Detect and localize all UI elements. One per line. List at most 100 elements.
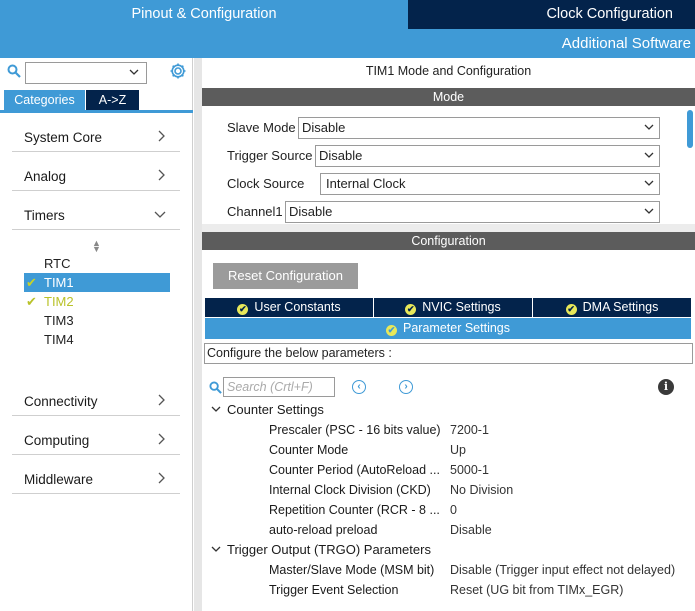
trigger-source-value: Disable: [319, 148, 363, 163]
configure-parameters-label: Configure the below parameters :: [204, 343, 693, 364]
check-icon: ✔: [26, 275, 37, 290]
param-name: Master/Slave Mode (MSM bit): [269, 563, 435, 577]
mode-area: Slave Mode Disable Trigger Source Disabl…: [202, 106, 695, 224]
tab-a-to-z[interactable]: A->Z: [86, 90, 139, 110]
group-counter-settings[interactable]: Counter Settings: [211, 402, 324, 422]
timer-item-tim4[interactable]: TIM4: [24, 330, 170, 349]
slave-mode-select[interactable]: Disable: [298, 117, 660, 139]
chevron-down-icon: [644, 180, 654, 186]
mode-header: Mode: [202, 88, 695, 106]
param-value[interactable]: Disable: [450, 520, 492, 540]
timer-label: TIM1: [44, 275, 74, 290]
timer-item-rtc[interactable]: RTC: [24, 254, 170, 273]
channel1-value: Disable: [289, 204, 333, 219]
category-label: Analog: [24, 169, 67, 184]
tab-additional-software[interactable]: Additional Software: [562, 29, 691, 59]
category-timers[interactable]: Timers: [12, 200, 180, 230]
section-separator[interactable]: [202, 224, 695, 232]
param-name: Counter Mode: [269, 443, 349, 457]
param-value[interactable]: Reset (UG bit from TIMx_EGR): [450, 580, 623, 600]
tab-label: NVIC Settings: [422, 300, 501, 314]
clock-source-select[interactable]: Internal Clock: [320, 173, 660, 195]
chevron-down-icon: [211, 406, 221, 412]
channel1-select[interactable]: Disable: [285, 201, 660, 223]
tab-label: Parameter Settings: [403, 321, 510, 335]
sort-indicator-icon[interactable]: ▲ ▼: [92, 239, 101, 254]
check-circle-icon: ✔: [565, 304, 577, 315]
tab-parameter-settings[interactable]: ✔ Parameter Settings: [205, 318, 691, 339]
param-name: Counter Period (AutoReload ...: [269, 463, 440, 477]
param-value[interactable]: 5000-1: [450, 460, 489, 480]
timer-label: TIM4: [44, 332, 74, 347]
param-value[interactable]: Up: [450, 440, 466, 460]
chevron-down-icon: [154, 211, 166, 218]
search-icon: [209, 381, 222, 394]
timer-label: RTC: [44, 256, 71, 271]
tab-label: DMA Settings: [582, 300, 659, 314]
chevron-right-icon: [158, 130, 165, 142]
search-combo[interactable]: [25, 62, 147, 84]
chevron-down-icon: [211, 546, 221, 552]
reset-configuration-button[interactable]: Reset Configuration: [213, 263, 358, 289]
chevron-down-icon: [644, 152, 654, 158]
slave-mode-label: Slave Mode: [227, 120, 296, 135]
param-value[interactable]: 7200-1: [450, 420, 489, 440]
tab-dma-settings[interactable]: ✔ DMA Settings: [533, 298, 691, 317]
param-value[interactable]: Disable (Trigger input effect not delaye…: [450, 560, 675, 580]
trigger-source-label: Trigger Source: [227, 148, 313, 163]
parameter-search-input[interactable]: Search (Crtl+F): [223, 377, 335, 397]
group-label: Counter Settings: [227, 402, 324, 417]
clock-source-label: Clock Source: [227, 176, 305, 191]
info-icon[interactable]: i: [658, 379, 674, 395]
param-value[interactable]: No Division: [450, 480, 513, 500]
chevron-right-icon: [158, 394, 165, 406]
tab-underline: [0, 110, 193, 113]
top-bar: Pinout & Configuration Clock Configurati…: [0, 0, 695, 29]
chevron-right-icon: [158, 169, 165, 181]
tab-pinout-configuration[interactable]: Pinout & Configuration: [0, 0, 408, 29]
tab-clock-configuration[interactable]: Clock Configuration: [408, 0, 695, 29]
chevron-down-icon: [644, 124, 654, 130]
category-label: Computing: [24, 433, 90, 448]
chevron-right-icon: [158, 472, 165, 484]
search-icon[interactable]: [7, 64, 21, 78]
param-value[interactable]: 0: [450, 500, 457, 520]
tab-nvic-settings[interactable]: ✔ NVIC Settings: [374, 298, 532, 317]
param-name: Trigger Event Selection: [269, 583, 399, 597]
timer-item-tim3[interactable]: TIM3: [24, 311, 170, 330]
timer-item-tim1[interactable]: ✔ TIM1: [24, 273, 170, 292]
category-analog[interactable]: Analog: [12, 161, 180, 191]
check-circle-icon: ✔: [386, 325, 397, 336]
sub-bar: Additional Software: [0, 29, 695, 58]
tab-categories[interactable]: Categories: [4, 90, 85, 110]
category-middleware[interactable]: Middleware: [12, 464, 180, 494]
previous-match-icon[interactable]: ‹: [352, 380, 366, 394]
right-panel: TIM1 Mode and Configuration Mode Slave M…: [202, 58, 695, 611]
clock-source-value: Internal Clock: [326, 176, 406, 191]
slave-mode-value: Disable: [302, 120, 346, 135]
mode-scrollbar[interactable]: [687, 110, 693, 148]
check-circle-icon: ✔: [405, 304, 417, 315]
mode-config-title: TIM1 Mode and Configuration: [365, 64, 532, 78]
tab-label: User Constants: [254, 300, 341, 314]
check-icon: ✔: [26, 294, 37, 309]
category-label: System Core: [24, 130, 103, 145]
group-trigger-output[interactable]: Trigger Output (TRGO) Parameters: [211, 542, 431, 562]
tab-user-constants[interactable]: ✔ User Constants: [205, 298, 373, 317]
trigger-source-select[interactable]: Disable: [315, 145, 660, 167]
check-circle-icon: ✔: [237, 304, 249, 315]
timer-item-tim2[interactable]: ✔ TIM2: [24, 292, 170, 311]
panel-splitter[interactable]: [194, 58, 202, 611]
category-system-core[interactable]: System Core: [12, 122, 180, 152]
timer-label: TIM2: [44, 294, 74, 309]
category-computing[interactable]: Computing: [12, 425, 180, 455]
param-name: Repetition Counter (RCR - 8 ...: [269, 503, 440, 517]
category-label: Connectivity: [24, 394, 98, 409]
param-name: Prescaler (PSC - 16 bits value): [269, 423, 441, 437]
chevron-right-icon: [158, 433, 165, 445]
gear-icon[interactable]: [169, 62, 187, 80]
category-connectivity[interactable]: Connectivity: [12, 386, 180, 416]
chevron-down-icon: [644, 208, 654, 214]
channel1-label: Channel1: [227, 204, 283, 219]
next-match-icon[interactable]: ›: [399, 380, 413, 394]
